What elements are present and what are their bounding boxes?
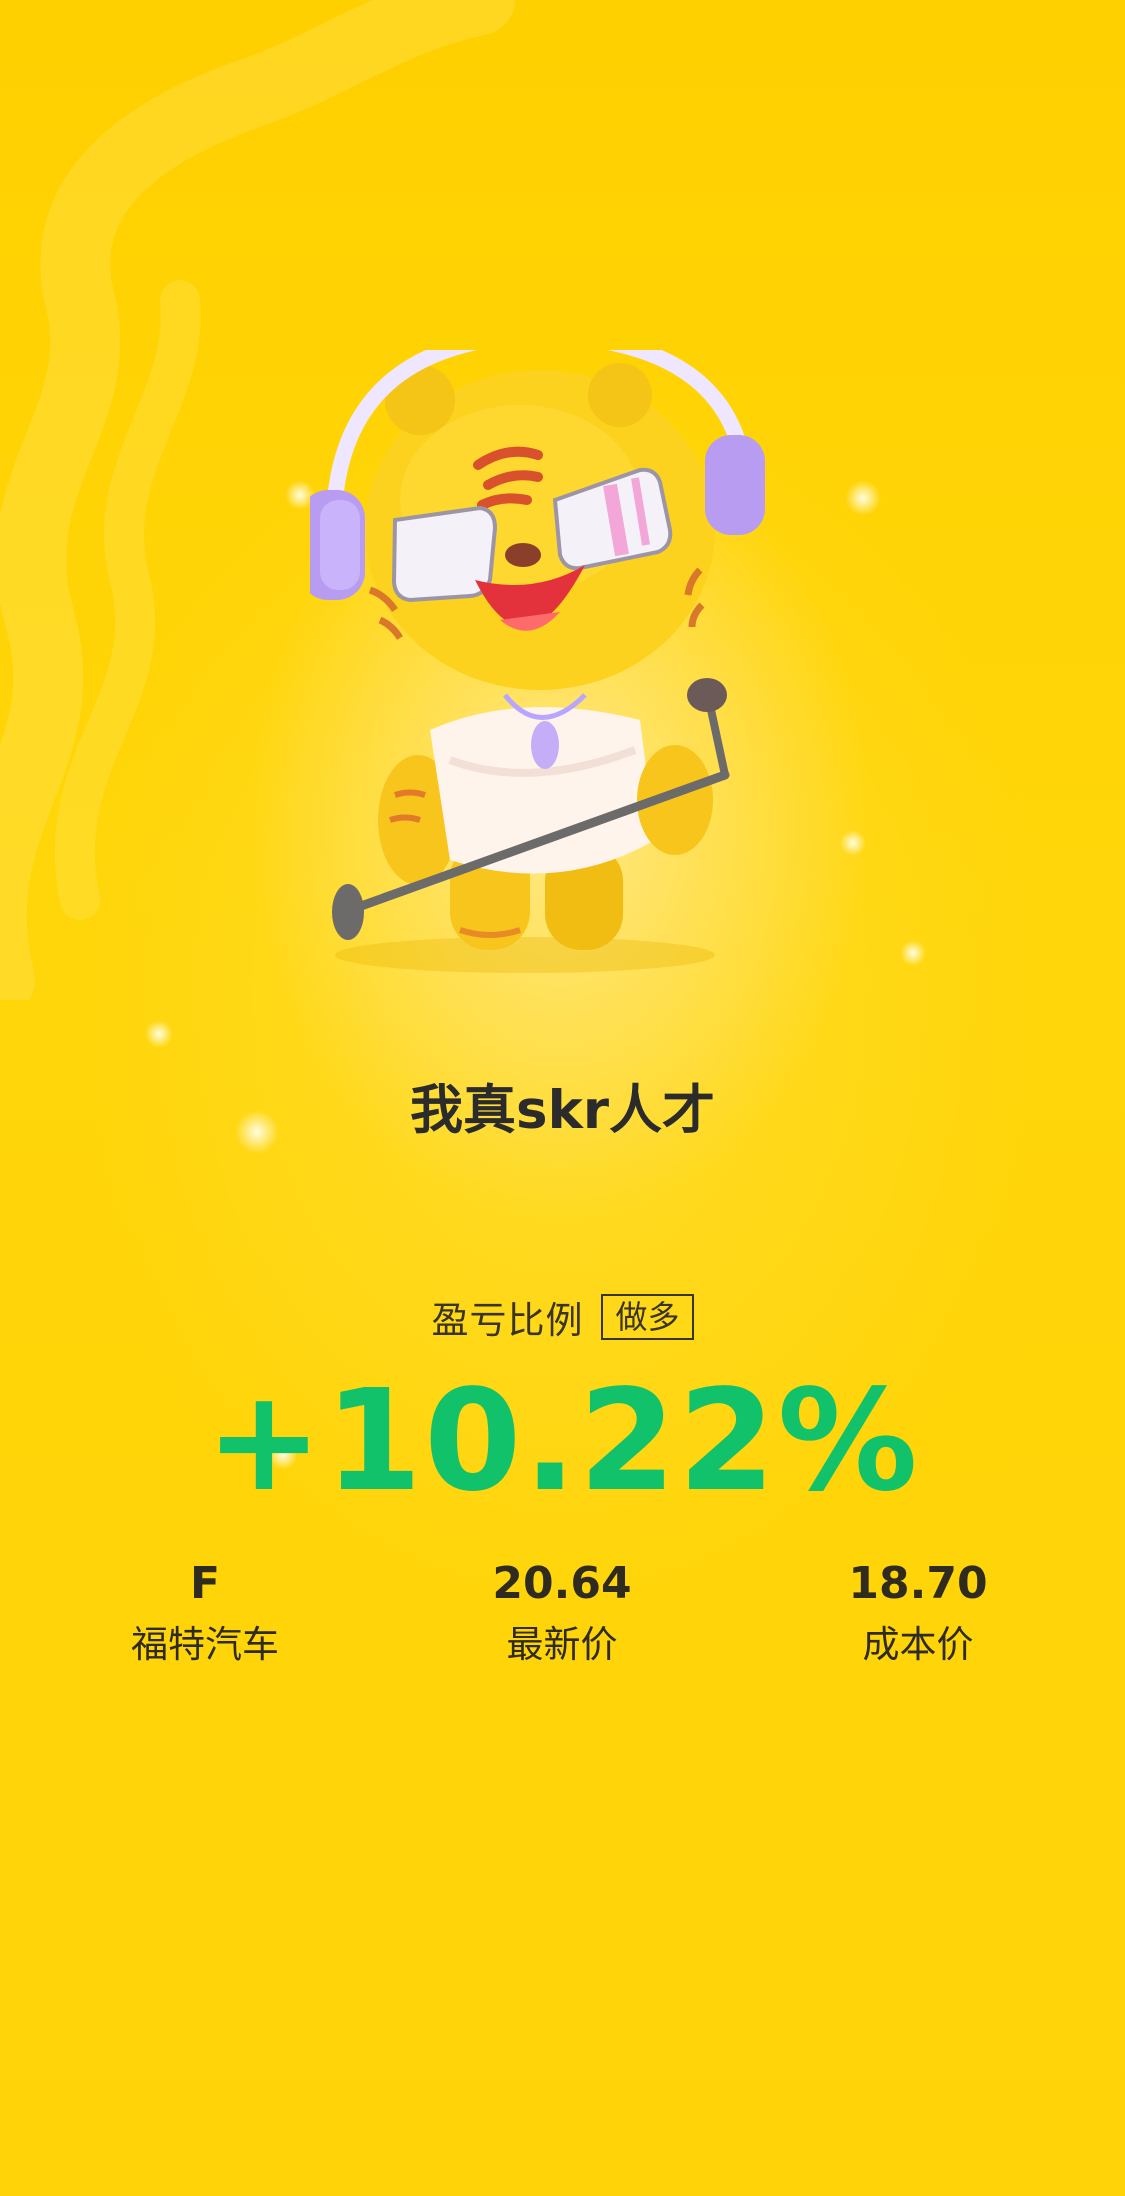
latest-price-value: 20.64	[492, 1558, 632, 1609]
stock-symbol-stat: F 福特汽车	[55, 1555, 355, 1673]
cost-price-label: 成本价	[862, 1623, 974, 1666]
cost-price-value: 18.70	[848, 1558, 988, 1609]
sparkle	[845, 480, 881, 516]
position-direction-badge: 做多	[601, 1294, 694, 1340]
sparkle	[840, 830, 866, 856]
sparkle	[900, 940, 926, 966]
profit-ratio-label: 盈亏比例	[431, 1299, 584, 1342]
cost-price-stat: 18.70 成本价	[768, 1555, 1068, 1673]
stock-name: 福特汽车	[131, 1623, 279, 1666]
stock-symbol: F	[189, 1558, 221, 1609]
latest-price-label: 最新价	[506, 1623, 618, 1666]
profit-ratio-value: +10.22%	[205, 1360, 920, 1523]
profit-ratio-header: 盈亏比例 做多	[0, 1290, 1125, 1344]
slogan-title: 我真skr人才	[410, 1080, 715, 1141]
tiger-mascot-illustration	[310, 350, 765, 973]
latest-price-stat: 20.64 最新价	[412, 1555, 712, 1673]
sparkle	[145, 1020, 173, 1048]
